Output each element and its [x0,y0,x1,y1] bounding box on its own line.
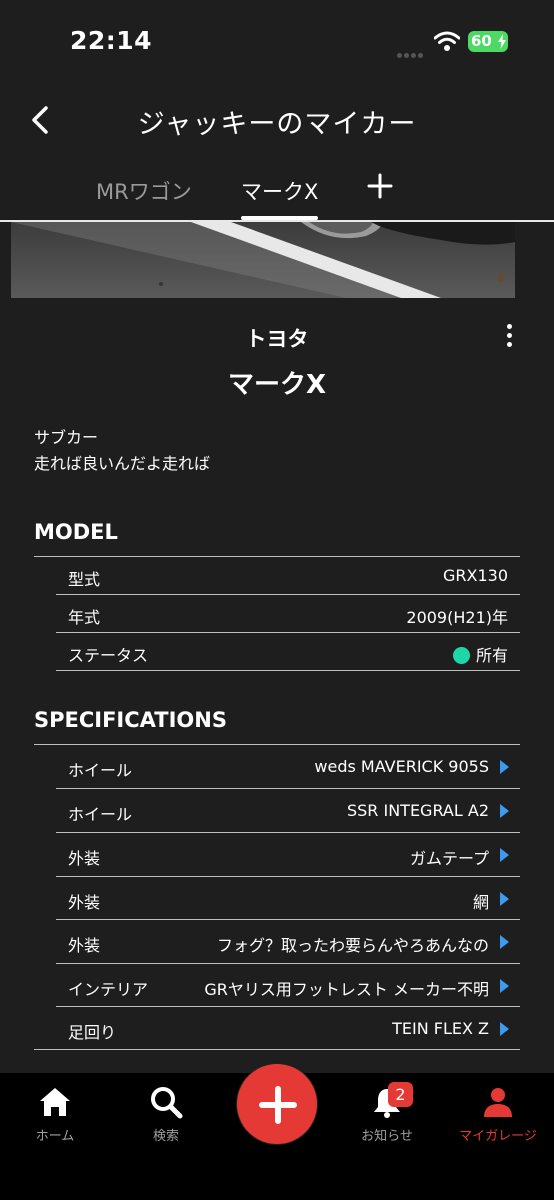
status-time: 22:14 [70,26,153,55]
nav-my-garage[interactable]: マイガレージ [456,1085,540,1144]
add-car-tab-icon[interactable] [366,172,394,200]
search-icon [151,1087,183,1119]
chevron-right-icon [500,848,509,862]
row-value: GRX130 [442,566,508,585]
spec-row[interactable]: 外装 網 [56,877,520,920]
row-label: 型式 [68,570,101,589]
tab-mr-wagon[interactable]: MRワゴン [96,176,192,206]
nav-search[interactable]: 検索 [126,1085,206,1144]
nav-search-label: 検索 [152,1129,179,1144]
spec-row[interactable]: 外装 フォグ？取ったわ要らんやろあんなの [56,920,520,964]
row-value: weds MAVERICK 905S [314,757,489,776]
page-title: ジャッキーのマイカー [137,109,417,140]
chevron-right-icon [500,760,509,774]
spec-row[interactable]: 外装 ガムテープ [56,833,520,877]
status-owned-dot [452,647,470,664]
car-photo-image [11,222,515,298]
section-divider [34,1049,520,1050]
charging-bolt-icon [498,34,506,49]
car-tabs: MRワゴン マークX [0,160,554,222]
chevron-right-icon [500,979,509,993]
description-line: 走れば良いんだよ走れば [34,454,211,473]
row-label: 足回り [68,1023,117,1042]
row-value: 網 [472,893,489,912]
row-value: フォグ？取ったわ要らんやろあんなの [216,936,489,955]
row-value: ガムテープ [409,849,489,868]
row-value: 2009(H21)年 [406,608,508,627]
car-model-name: マークX [227,370,327,400]
more-vertical-icon[interactable] [498,324,520,350]
row-value: GRヤリス用フットレスト メーカー不明 [204,980,489,999]
spec-row[interactable]: インテリア GRヤリス用フットレスト メーカー不明 [56,964,520,1007]
description-line: サブカー [34,428,99,447]
row-label: 外装 [68,893,101,912]
specs-section-title: SPECIFICATIONS [34,708,227,732]
row-label: 年式 [68,608,101,627]
row-label: ホイール [68,805,133,824]
status-bar: 22:14 60 [0,0,554,80]
add-button[interactable] [236,1063,318,1145]
row-value: SSR INTEGRAL A2 [346,801,489,820]
plus-icon [259,1086,297,1124]
car-maker: トヨタ [245,327,309,351]
tab-mark-x[interactable]: マークX [241,176,318,206]
nav-notifications[interactable]: お知らせ [347,1085,427,1144]
row-label: ステータス [68,646,149,665]
model-row-year: 年式 2009(H21)年 [56,595,520,633]
row-label: 外装 [68,849,101,868]
car-description: サブカー 走れば良いんだよ走れば [34,425,210,477]
battery-indicator: 60 [468,31,508,52]
notification-count-badge: 2 [388,1082,413,1107]
model-row-status: ステータス 所有 [56,633,520,671]
person-icon [484,1088,512,1117]
model-section-title: MODEL [34,520,118,544]
wifi-icon [434,31,460,51]
model-row-type: 型式 GRX130 [56,557,520,595]
nav-home-label: ホーム [35,1129,75,1144]
nav-home[interactable]: ホーム [15,1085,95,1144]
car-photo [11,222,515,298]
header: ジャッキーのマイカー [0,80,554,160]
status-text: 所有 [475,646,508,665]
row-value: TEIN FLEX Z [392,1019,489,1038]
nav-notifications-label: お知らせ [361,1129,413,1144]
battery-level: 60 [471,32,492,50]
status-value: 所有 [452,642,508,666]
cellular-signal-icon [397,43,425,58]
spec-row[interactable]: 足回り TEIN FLEX Z [56,1007,520,1050]
row-label: ホイール [68,761,133,780]
spec-row[interactable]: ホイール weds MAVERICK 905S [56,745,520,789]
spec-row[interactable]: ホイール SSR INTEGRAL A2 [56,789,520,833]
chevron-right-icon [500,804,509,818]
chevron-right-icon [500,892,509,906]
row-label: 外装 [68,936,101,955]
row-label: インテリア [68,980,149,999]
nav-my-garage-label: マイガレージ [459,1129,537,1144]
chevron-right-icon [500,1022,509,1036]
chevron-right-icon [500,935,509,949]
home-icon [40,1088,70,1116]
